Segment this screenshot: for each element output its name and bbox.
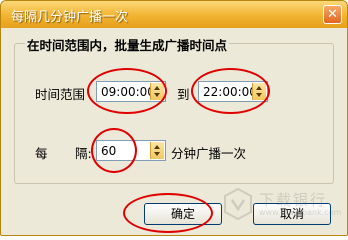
annotation-oval-start-time — [87, 68, 167, 114]
arrow-up-icon[interactable] — [154, 145, 160, 149]
interval-stepper[interactable] — [150, 142, 164, 159]
watermark-text: 下载银行 — [259, 191, 328, 209]
time-range-group: 在时间范围内，批量生成广播时间点 — [14, 35, 334, 184]
arrow-down-icon[interactable] — [154, 152, 160, 156]
annotation-oval-end-time — [191, 68, 270, 114]
title-bar[interactable]: 每隔几分钟广播一次 ✕ — [1, 1, 347, 28]
interval-suffix: 分钟广播一次 — [171, 146, 247, 161]
every-label: 每 — [35, 146, 48, 161]
window-title: 每隔几分钟广播一次 — [11, 10, 129, 25]
time-range-label: 时间范围 — [35, 87, 86, 102]
watermark-url: www.downbank.com — [259, 208, 342, 217]
close-icon: ✕ — [327, 7, 338, 22]
annotation-oval-interval — [91, 128, 137, 173]
to-label: 到 — [177, 87, 190, 102]
dialog-window: 每隔几分钟广播一次 ✕ 在时间范围内，批量生成广播时间点 时间范围 09:00:… — [0, 0, 348, 236]
gap-label: 隔: — [75, 146, 92, 161]
close-button[interactable]: ✕ — [323, 5, 342, 24]
watermark-logo-icon — [224, 187, 252, 221]
watermark: 下载银行 www.downbank.com — [219, 187, 342, 223]
group-title: 在时间范围内，批量生成广播时间点 — [25, 35, 230, 54]
annotation-oval-ok-button — [123, 193, 213, 233]
